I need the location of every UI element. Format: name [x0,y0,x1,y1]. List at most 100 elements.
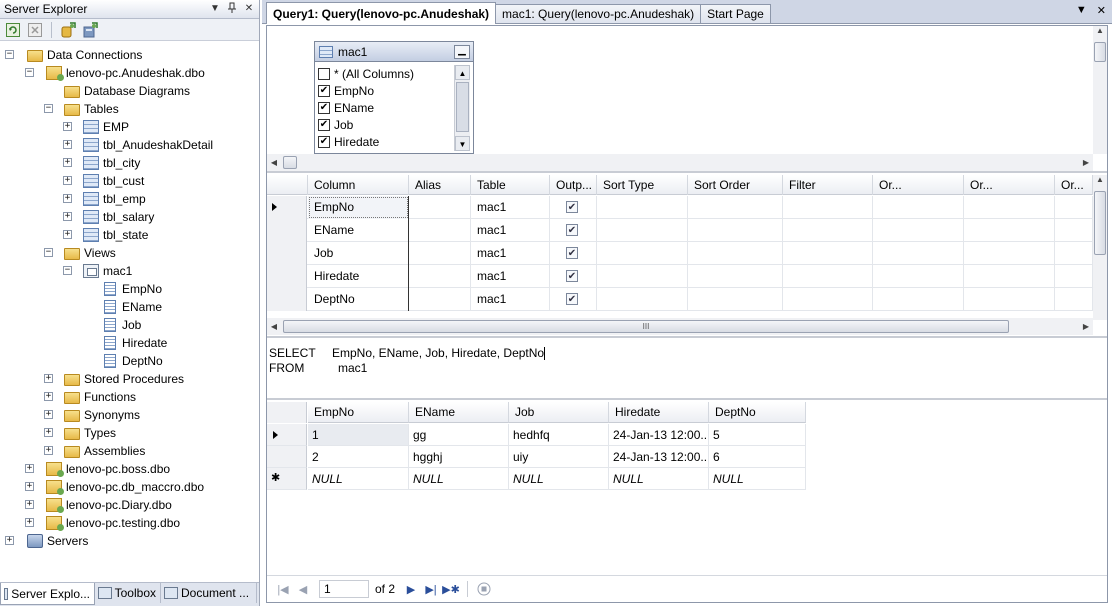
row-selector[interactable] [267,219,307,242]
results-cell[interactable]: 24-Jan-13 12:00... [609,424,709,446]
diagram-vertical-scrollbar[interactable]: ▲ [1093,26,1107,154]
diagram-pane[interactable]: mac1 ▁ * (All Columns) ✔ EmpNo ✔ EName ✔ Job ✔ H… [267,26,1107,173]
results-cell[interactable]: NULL [509,468,609,490]
tree-node-emp[interactable]: EMP [83,118,129,136]
scroll-thumb[interactable] [1094,191,1106,255]
results-cell[interactable]: 5 [709,424,806,446]
tree-node-tbl-state[interactable]: tbl_state [83,226,148,244]
sql-from-line[interactable]: FROM mac1 [269,361,367,376]
close-icon[interactable]: ✕ [242,2,256,16]
criteria-column-header[interactable]: Or... [1055,175,1093,195]
criteria-row[interactable]: DeptNo mac1 ✔ [267,288,1093,311]
scroll-down-icon[interactable]: ▼ [455,136,470,151]
collapse-icon[interactable]: − [63,266,72,275]
scroll-left-icon[interactable]: ◀ [267,158,281,167]
results-column-header[interactable]: EmpNo [308,402,409,423]
expand-icon[interactable]: + [63,230,72,239]
table-box-mac1[interactable]: mac1 ▁ * (All Columns) ✔ EmpNo ✔ EName ✔ Job ✔ H… [314,41,474,154]
tab-document-outline[interactable]: Document ... [161,583,257,603]
expand-icon[interactable]: + [44,392,53,401]
criteria-cell-or[interactable] [1055,265,1093,288]
criteria-row[interactable]: EmpNo mac1 ✔ [267,196,1093,219]
criteria-cell-or[interactable] [1055,242,1093,265]
current-record-input[interactable] [319,580,369,598]
diagram-column-item[interactable]: ✔ EmpNo [318,82,374,99]
results-column-header[interactable]: DeptNo [709,402,806,423]
criteria-cell-output[interactable]: ✔ [550,242,597,265]
tree-node-lenovo-pc-boss-dbo[interactable]: lenovo-pc.boss.dbo [46,460,170,478]
criteria-cell-alias[interactable] [409,288,471,311]
criteria-cell-sort-type[interactable] [597,288,688,311]
expand-icon[interactable]: + [63,212,72,221]
window-position-dropdown-icon[interactable]: ▼ [208,2,222,16]
output-checkbox[interactable]: ✔ [566,201,578,213]
tree-node-tbl-cust[interactable]: tbl_cust [83,172,144,190]
column-checkbox[interactable]: ✔ [318,118,330,131]
tree-node-database-diagrams[interactable]: Database Diagrams [64,82,190,100]
connect-to-server-button[interactable] [81,21,99,39]
tree-node-ename[interactable]: EName [102,298,162,316]
row-selector[interactable] [267,288,307,311]
results-cell[interactable]: NULL [409,468,509,490]
results-corner[interactable] [267,402,307,423]
tree-node-tbl-city[interactable]: tbl_city [83,154,140,172]
criteria-cell-sort-order[interactable] [688,196,783,219]
results-cell[interactable]: NULL [609,468,709,490]
expand-icon[interactable]: + [44,428,53,437]
results-column-header[interactable]: EName [409,402,509,423]
criteria-column-header[interactable]: Or... [873,175,964,195]
criteria-cell-or[interactable] [873,219,964,242]
criteria-vertical-scrollbar[interactable]: ▲ [1093,175,1107,320]
criteria-cell-sort-order[interactable] [688,288,783,311]
row-selector[interactable] [267,468,307,490]
criteria-column-header[interactable]: Table [471,175,550,195]
collapse-icon[interactable]: − [5,50,14,59]
results-cell[interactable]: NULL [709,468,806,490]
tab-mac1-query[interactable]: mac1: Query(lenovo-pc.Anudeshak) [495,4,702,23]
row-selector[interactable] [267,242,307,265]
tree-node-tables[interactable]: Tables [64,100,119,118]
criteria-cell-alias[interactable] [409,265,471,288]
criteria-cell-table[interactable]: mac1 [471,288,550,311]
criteria-cell-filter[interactable] [783,288,873,311]
tree-node-deptno[interactable]: DeptNo [102,352,163,370]
results-cell[interactable]: hgghj [409,446,509,468]
criteria-cell-column[interactable]: DeptNo [308,288,409,311]
connect-to-database-button[interactable] [59,21,77,39]
criteria-cell-or[interactable] [964,196,1055,219]
criteria-cell-sort-type[interactable] [597,265,688,288]
tree-node-tbl-salary[interactable]: tbl_salary [83,208,154,226]
diagram-column-item[interactable]: ✔ Job [318,116,353,133]
criteria-cell-table[interactable]: mac1 [471,265,550,288]
criteria-column-header[interactable]: Sort Type [597,175,688,195]
new-record-button[interactable]: ▶✱ [441,580,461,598]
expand-icon[interactable]: + [25,518,34,527]
tree-node-synonyms[interactable]: Synonyms [64,406,140,424]
tree-node-functions[interactable]: Functions [64,388,136,406]
criteria-cell-or[interactable] [873,265,964,288]
tree-node-assemblies[interactable]: Assemblies [64,442,145,460]
tree-node-types[interactable]: Types [64,424,116,442]
criteria-cell-output[interactable]: ✔ [550,219,597,242]
criteria-row[interactable]: Job mac1 ✔ [267,242,1093,265]
criteria-cell-output[interactable]: ✔ [550,196,597,219]
tree-node-lenovo-pc-testing-dbo[interactable]: lenovo-pc.testing.dbo [46,514,180,532]
previous-record-button[interactable]: ◀ [293,580,313,598]
scroll-thumb[interactable] [456,82,469,132]
stop-refresh-button[interactable] [26,21,44,39]
tab-toolbox[interactable]: Toolbox [95,583,161,603]
criteria-cell-table[interactable]: mac1 [471,219,550,242]
tab-query1[interactable]: Query1: Query(lenovo-pc.Anudeshak) [266,2,497,24]
scroll-right-icon[interactable]: ▶ [1079,322,1093,331]
row-selector[interactable] [267,446,307,468]
column-checkbox[interactable]: ✔ [318,84,330,97]
results-cell[interactable]: 6 [709,446,806,468]
active-files-dropdown-icon[interactable]: ▼ [1076,4,1087,17]
criteria-cell-or[interactable] [1055,219,1093,242]
column-checkbox[interactable]: ✔ [318,135,330,148]
output-checkbox[interactable]: ✔ [566,224,578,236]
scroll-up-icon[interactable]: ▲ [455,65,470,80]
results-row[interactable]: 1 gg hedhfq 24-Jan-13 12:00... 5 [267,424,807,446]
tree-node-mac1[interactable]: mac1 [83,262,132,280]
results-new-row[interactable]: NULLNULLNULLNULLNULL [267,468,807,490]
